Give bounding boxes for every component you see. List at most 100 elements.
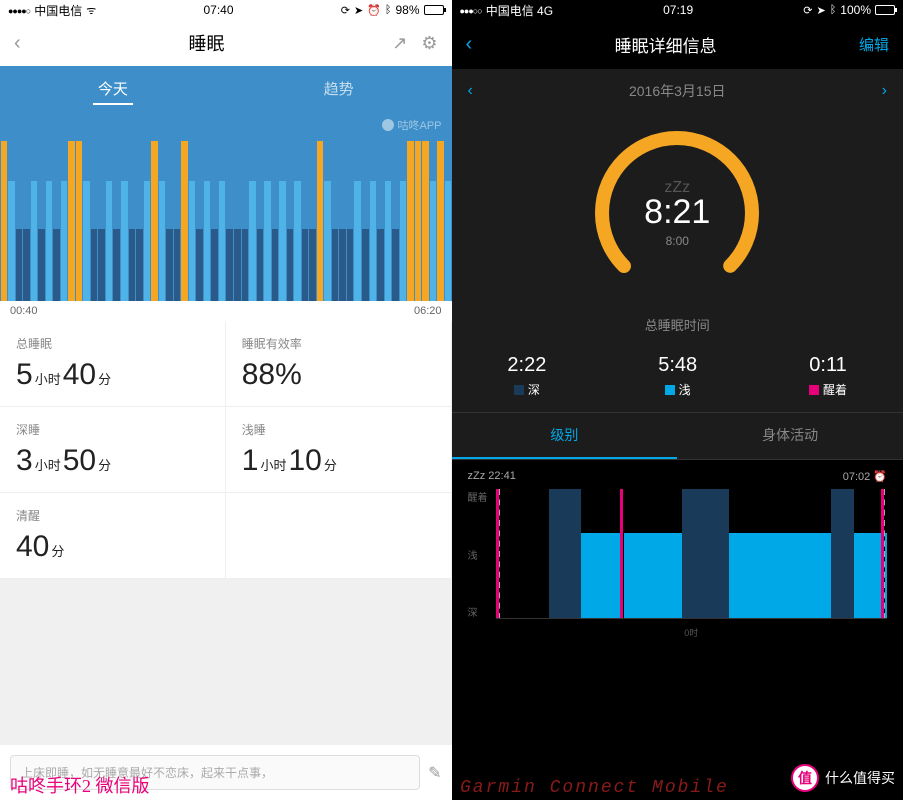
next-day-button[interactable]: › (882, 82, 887, 100)
timeline-segment (729, 489, 831, 618)
tab-level[interactable]: 级别 (452, 413, 678, 459)
edit-button[interactable]: 编辑 (859, 34, 889, 55)
tab-activity[interactable]: 身体活动 (677, 413, 903, 459)
timeline-segment (831, 489, 854, 618)
breakdown-light: 5:48 浅 (658, 354, 697, 398)
sleep-bar (129, 229, 136, 301)
watermark-text: 什么值得买 (825, 768, 895, 788)
y-label: 浅 (468, 547, 488, 562)
sleep-timeline-chart: zZz 22:41 07:02 ⏰ 醒着 浅 深 0时 (452, 460, 903, 800)
y-label: 深 (468, 604, 488, 619)
settings-icon[interactable]: ⚙ (421, 33, 437, 54)
y-label: 醒着 (468, 489, 488, 504)
stat-total-sleep: 总睡眠 5小时40分 (0, 321, 226, 407)
sleep-bar (407, 141, 414, 301)
prev-day-button[interactable]: ‹ (468, 82, 473, 100)
sleep-bar (272, 229, 279, 301)
sleep-bar (166, 229, 173, 301)
x-label: 0时 (684, 626, 698, 639)
sleep-bar (83, 181, 90, 301)
compass-icon: ⟳ (341, 4, 350, 17)
battery-percent: 98% (395, 3, 419, 17)
timeline-segment (498, 489, 550, 618)
sleep-bar (370, 181, 377, 301)
sleep-bar (159, 181, 166, 301)
sleep-bar (347, 229, 354, 301)
location-icon: ➤ (354, 4, 363, 17)
status-time: 07:40 (203, 3, 233, 17)
sleep-bar (38, 229, 45, 301)
status-bar: 中国电信 4G 07:19 ⟳ ➤ ᛒ 100% (452, 0, 903, 20)
awake-swatch-icon (809, 385, 819, 395)
donut-main-value: 8:21 (644, 193, 710, 232)
sleep-bar (242, 229, 249, 301)
carrier-label: 中国电信 4G (486, 2, 553, 19)
sleep-bar (106, 181, 113, 301)
app-watermark: 咕咚APP (382, 117, 441, 133)
sleep-bar (257, 229, 264, 301)
status-bar: 中国电信 ᯤ 07:40 ⟳ ➤ ⏰ ᛒ 98% (0, 0, 452, 20)
share-icon[interactable]: ↗ (392, 33, 407, 54)
sleep-bar (415, 141, 422, 301)
compass-icon: ⟳ (803, 4, 812, 17)
nav-bar: ‹ 睡眠详细信息 编辑 (452, 20, 903, 69)
battery-percent: 100% (840, 3, 871, 17)
sleep-bar (174, 229, 181, 301)
status-time: 07:19 (663, 3, 693, 17)
sleep-bar (422, 141, 429, 301)
alarm-icon: ⏰ (873, 471, 887, 483)
sleep-bar (136, 229, 143, 301)
page-title: 睡眠详细信息 (615, 32, 717, 57)
sleep-bar (234, 229, 241, 301)
sleep-bar (211, 229, 218, 301)
sleep-bar (31, 181, 38, 301)
sleep-bar (68, 141, 75, 301)
sleep-bar (400, 181, 407, 301)
battery-icon (875, 5, 895, 15)
signal-icon (460, 3, 482, 17)
sleep-bar (294, 181, 301, 301)
stat-empty (226, 493, 452, 579)
sleep-bar (113, 229, 120, 301)
timeline-segment (549, 489, 580, 618)
sleep-bar (362, 229, 369, 301)
sleep-bar-chart: 咕咚APP (0, 111, 452, 301)
tab-bar: 今天 趋势 (0, 66, 452, 111)
alarm-icon: ⏰ (367, 4, 381, 17)
deep-swatch-icon (514, 385, 524, 395)
tab-trend[interactable]: 趋势 (226, 66, 452, 111)
back-button[interactable]: ‹ (14, 32, 21, 55)
edit-note-icon[interactable]: ✎ (428, 763, 441, 783)
axis-end: 06:20 (414, 305, 442, 317)
sleep-bar (392, 229, 399, 301)
bluetooth-icon: ᛒ (830, 4, 837, 16)
sleep-bar (204, 181, 211, 301)
sleep-bar (264, 181, 271, 301)
sleep-bar (53, 229, 60, 301)
sleep-bar (121, 181, 128, 301)
sleep-bar (339, 229, 346, 301)
nav-bar: ‹ 睡眠 ↗ ⚙ (0, 20, 452, 66)
zzz-icon: zZz (468, 470, 486, 482)
stat-deep-sleep: 深睡 3小时50分 (0, 407, 226, 493)
right-phone-screen: 中国电信 4G 07:19 ⟳ ➤ ᛒ 100% ‹ 睡眠详细信息 编辑 ‹ 2… (452, 0, 903, 800)
caption-left: 咕咚手环2 微信版 (10, 772, 150, 798)
tab-today[interactable]: 今天 (0, 66, 226, 111)
back-button[interactable]: ‹ (466, 33, 473, 56)
breakdown-awake: 0:11 醒着 (809, 354, 847, 398)
sleep-bar (302, 229, 309, 301)
watermark-badge-icon: 值 (791, 764, 819, 792)
sleep-bar (189, 181, 196, 301)
location-icon: ➤ (816, 4, 825, 17)
axis-start: 00:40 (10, 305, 38, 317)
sleep-bar (287, 229, 294, 301)
timeline-start: 22:41 (488, 470, 516, 482)
sleep-bar (445, 181, 452, 301)
timeline-segment (854, 489, 881, 618)
corner-watermark: 值 什么值得买 (791, 764, 895, 792)
sleep-bar (46, 181, 53, 301)
stat-awake: 清醒 40分 (0, 493, 226, 579)
sleep-bar (324, 181, 331, 301)
battery-icon (424, 5, 444, 15)
wifi-icon: ᯤ (86, 3, 96, 18)
